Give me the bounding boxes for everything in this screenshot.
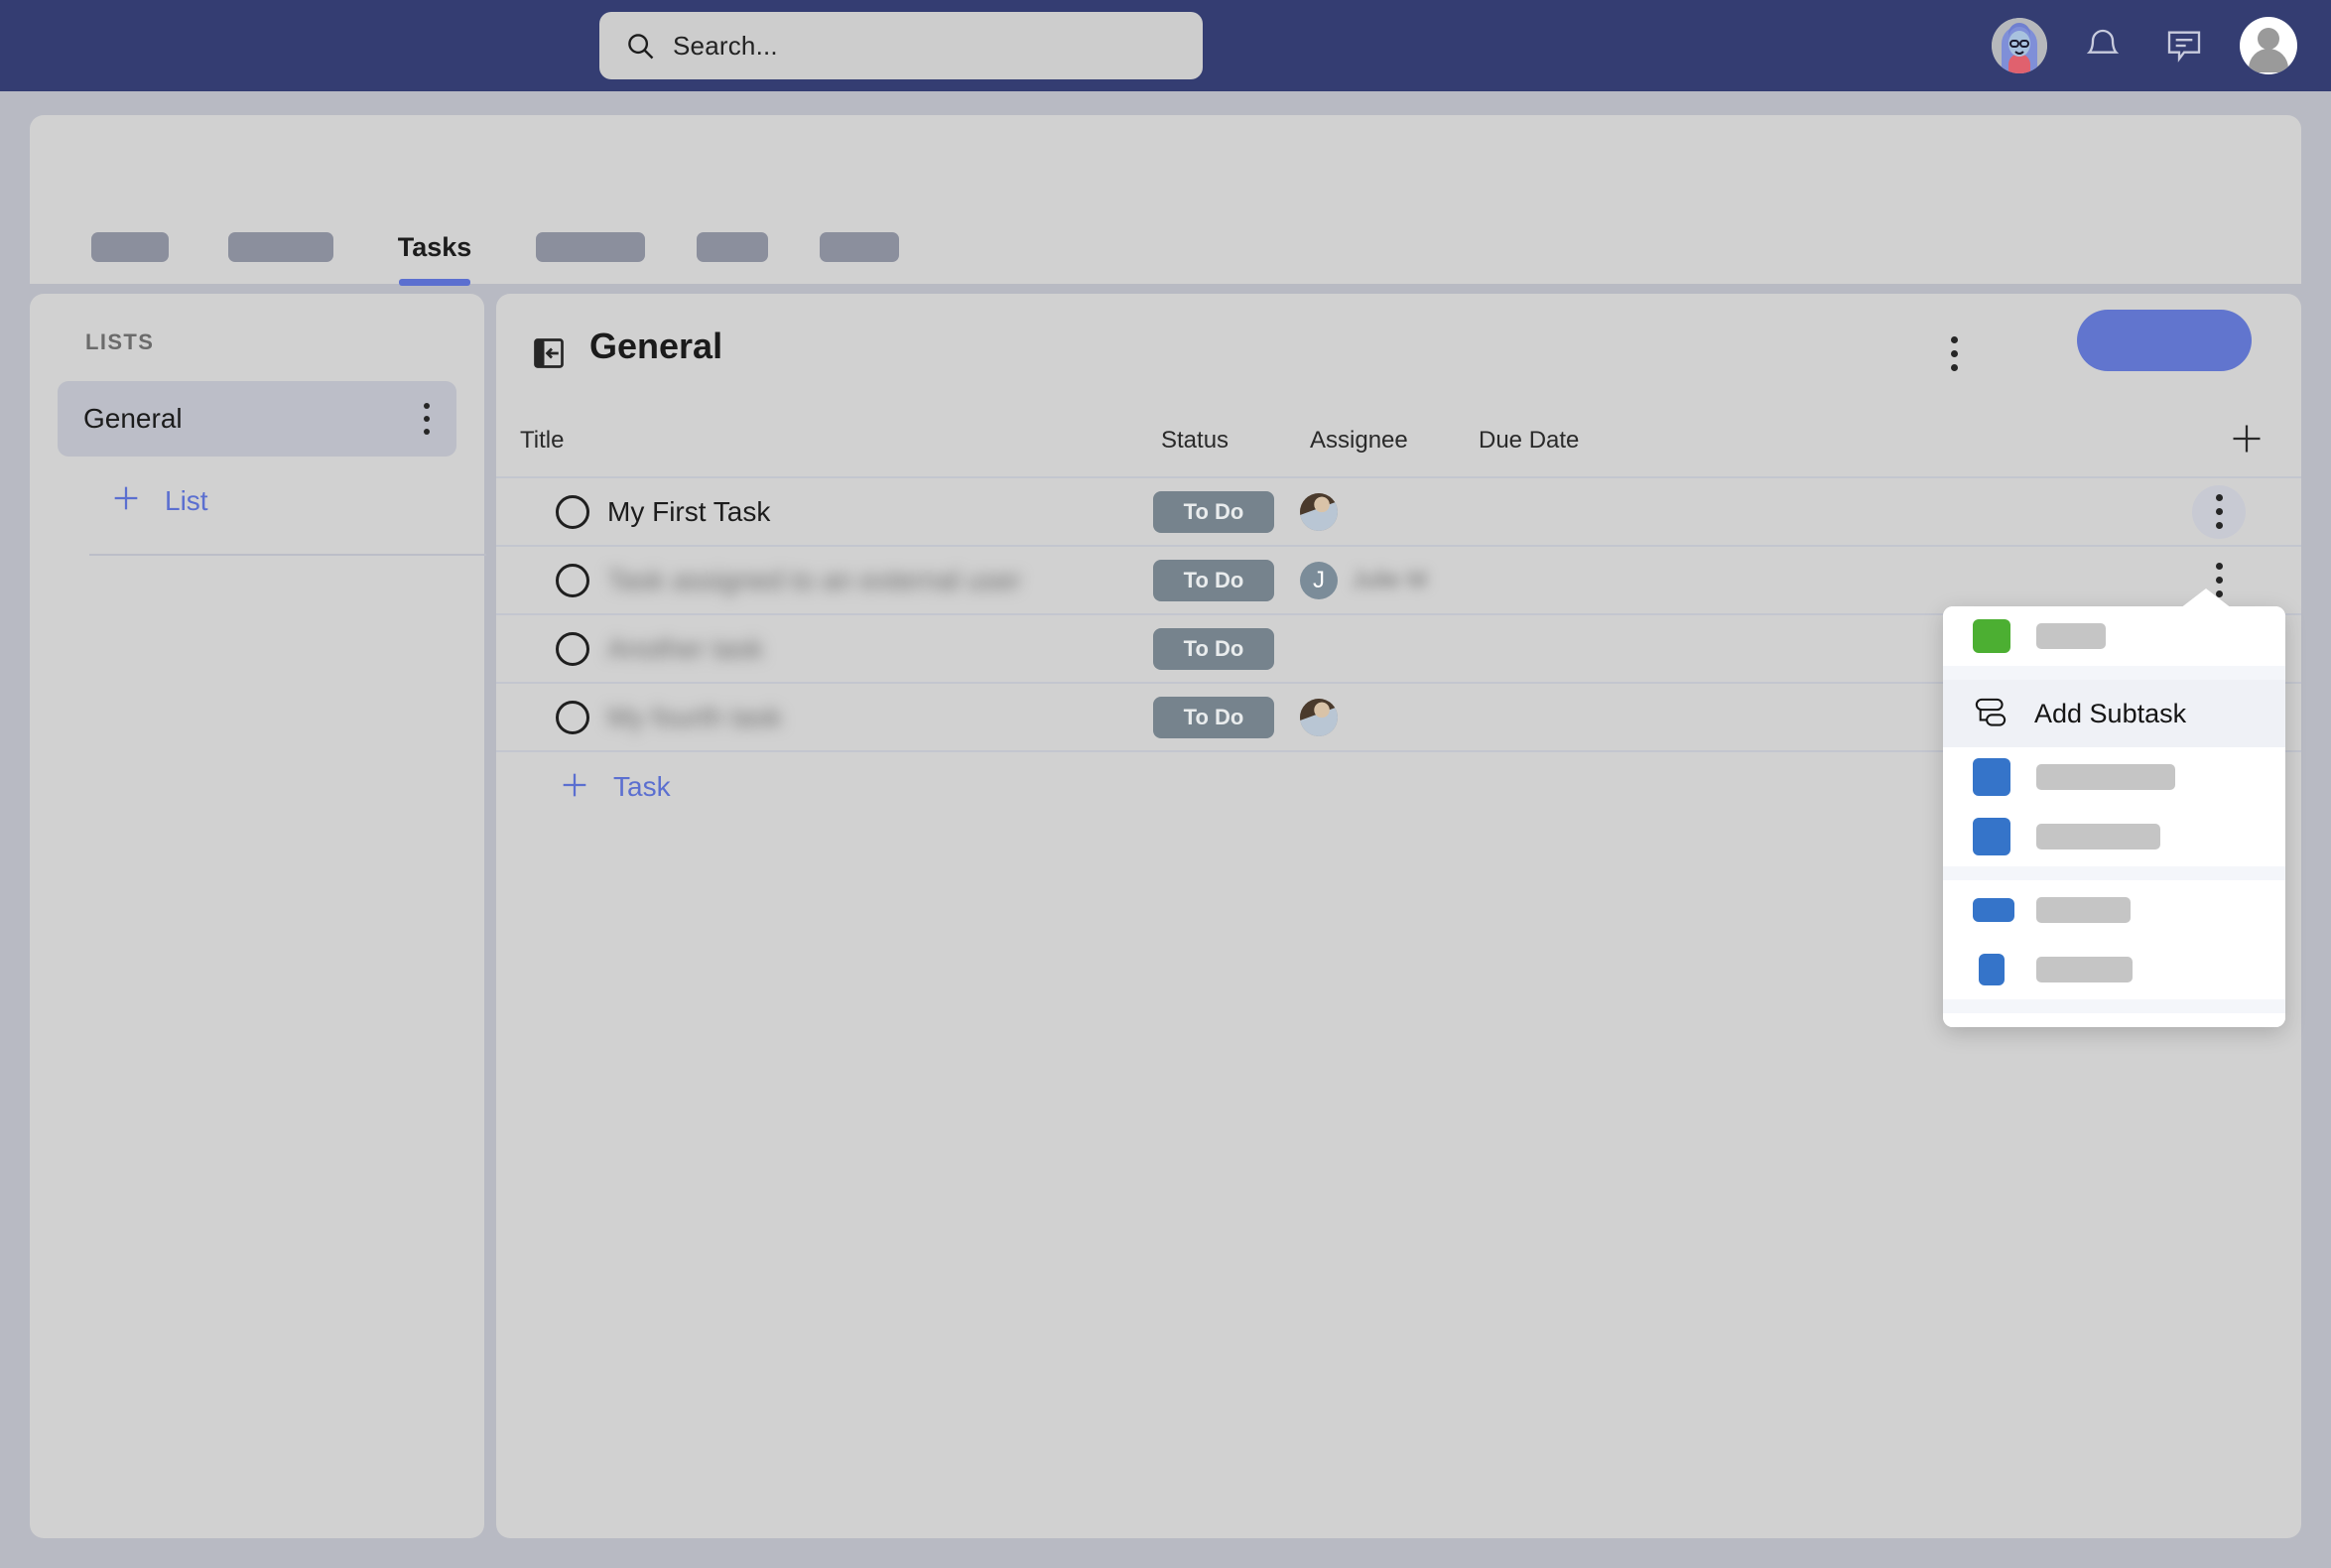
- tab-1-label-redacted: [228, 232, 333, 262]
- tab-list: Tasks: [58, 216, 925, 286]
- tab-tasks[interactable]: Tasks: [359, 216, 510, 286]
- chat-icon[interactable]: [2158, 20, 2210, 71]
- avatar: [1300, 698, 1338, 736]
- menu-item-3-label-redacted: [2036, 764, 2175, 790]
- menu-item-9[interactable]: [1943, 1013, 2285, 1027]
- table-row[interactable]: My First Task To Do: [496, 476, 2301, 545]
- task-context-menu-items: Add Subtask: [1943, 606, 2285, 1027]
- add-task-label: Task: [613, 771, 671, 802]
- sidebar-divider: [89, 554, 486, 556]
- tab-5[interactable]: [794, 216, 925, 278]
- sidebar-item-label: General: [83, 403, 183, 434]
- task-context-menu: Add Subtask: [1943, 588, 2285, 1027]
- column-header-title: Title: [520, 427, 565, 454]
- tab-active-indicator: [399, 279, 470, 286]
- column-header-assignee: Assignee: [1310, 427, 1408, 454]
- menu-item-4-icon: [1973, 818, 2010, 855]
- menu-item-0[interactable]: [1943, 606, 2285, 666]
- add-list-label: List: [165, 485, 208, 516]
- menu-item-3-icon: [1973, 758, 2010, 796]
- top-navigation-bar: Search...: [0, 0, 2331, 91]
- tab-4[interactable]: [671, 216, 794, 278]
- tab-1[interactable]: [202, 216, 359, 278]
- status-badge[interactable]: To Do: [1153, 559, 1274, 601]
- list-options-icon[interactable]: [423, 403, 431, 435]
- menu-separator: [1943, 866, 2285, 880]
- row-options-icon[interactable]: [2192, 484, 2246, 539]
- menu-item-6[interactable]: [1943, 880, 2285, 940]
- menu-item-7-label-redacted: [2036, 957, 2133, 982]
- menu-separator: [1943, 999, 2285, 1013]
- tab-3[interactable]: [510, 216, 671, 278]
- menu-item-add-subtask[interactable]: Add Subtask: [1943, 680, 2285, 747]
- tab-4-label-redacted: [697, 232, 768, 262]
- menu-item-7[interactable]: [1943, 940, 2285, 999]
- plus-icon: [558, 768, 591, 807]
- assignee-cell[interactable]: [1300, 698, 1352, 736]
- task-complete-checkbox[interactable]: [556, 494, 589, 529]
- avatar-head-icon: [2258, 28, 2279, 50]
- list-menu-icon[interactable]: [1950, 336, 1958, 371]
- add-column-icon[interactable]: [2229, 415, 2265, 470]
- menu-item-3[interactable]: [1943, 747, 2285, 807]
- primary-action-button[interactable]: [2077, 310, 2252, 371]
- task-complete-checkbox[interactable]: [556, 631, 589, 666]
- menu-item-6-icon: [1973, 898, 2014, 922]
- collapse-sidebar-icon[interactable]: [531, 335, 567, 371]
- menu-item-7-icon: [1979, 954, 2005, 985]
- search-icon: [625, 31, 655, 61]
- tab-0-label-redacted: [91, 232, 169, 262]
- plus-icon: [109, 480, 143, 522]
- status-badge[interactable]: To Do: [1153, 490, 1274, 533]
- page-title: General: [589, 326, 723, 366]
- sidebar-item-general[interactable]: General: [58, 381, 456, 457]
- task-title[interactable]: Task assigned to an external user: [607, 565, 1021, 596]
- column-header-due-date: Due Date: [1479, 427, 1580, 454]
- tab-3-label-redacted: [536, 232, 645, 262]
- lists-sidebar: LISTS General List: [30, 294, 486, 1538]
- tab-tasks-label: Tasks: [397, 231, 472, 262]
- bell-icon[interactable]: [2077, 20, 2129, 71]
- panel-header: General: [496, 294, 2301, 415]
- profile-avatar[interactable]: [2240, 17, 2297, 74]
- assignee-cell[interactable]: [1300, 492, 1352, 531]
- status-badge[interactable]: To Do: [1153, 627, 1274, 670]
- assignee-name: Julie M: [1352, 566, 1428, 593]
- status-badge[interactable]: To Do: [1153, 696, 1274, 738]
- menu-caret-icon: [2180, 588, 2232, 608]
- topbar-actions: [1992, 0, 2297, 91]
- menu-item-0-icon: [1973, 619, 2010, 653]
- add-list-button[interactable]: List: [109, 480, 208, 522]
- menu-item-4-label-redacted: [2036, 824, 2160, 849]
- menu-item-6-label-redacted: [2036, 897, 2131, 923]
- task-complete-checkbox[interactable]: [556, 563, 589, 597]
- assignee-cell[interactable]: J Julie M: [1300, 561, 1428, 599]
- tab-0[interactable]: [58, 216, 202, 278]
- menu-item-add-subtask-label: Add Subtask: [2034, 698, 2187, 728]
- sidebar-section-title: LISTS: [85, 329, 155, 354]
- avatar-body-icon: [2249, 49, 2288, 72]
- user-avatar[interactable]: [1992, 18, 2047, 73]
- search-placeholder: Search...: [673, 30, 778, 61]
- avatar: [1300, 492, 1338, 531]
- menu-item-0-label-redacted: [2036, 623, 2106, 649]
- task-title[interactable]: Another task: [607, 633, 763, 665]
- menu-separator: [1943, 666, 2285, 680]
- tab-bar-card: Tasks: [30, 115, 2301, 286]
- menu-item-4[interactable]: [1943, 807, 2285, 866]
- task-title[interactable]: My fourth task: [607, 702, 782, 733]
- table-row[interactable]: Task assigned to an external user To Do …: [496, 545, 2301, 613]
- tab-5-label-redacted: [820, 232, 899, 262]
- task-complete-checkbox[interactable]: [556, 700, 589, 734]
- column-header-status: Status: [1161, 427, 1230, 454]
- search-input[interactable]: Search...: [599, 12, 1203, 79]
- add-subtask-icon: [1973, 697, 2008, 730]
- avatar: J: [1300, 561, 1338, 599]
- column-headers: Title Status Assignee Due Date: [496, 415, 2301, 476]
- task-title[interactable]: My First Task: [607, 496, 770, 528]
